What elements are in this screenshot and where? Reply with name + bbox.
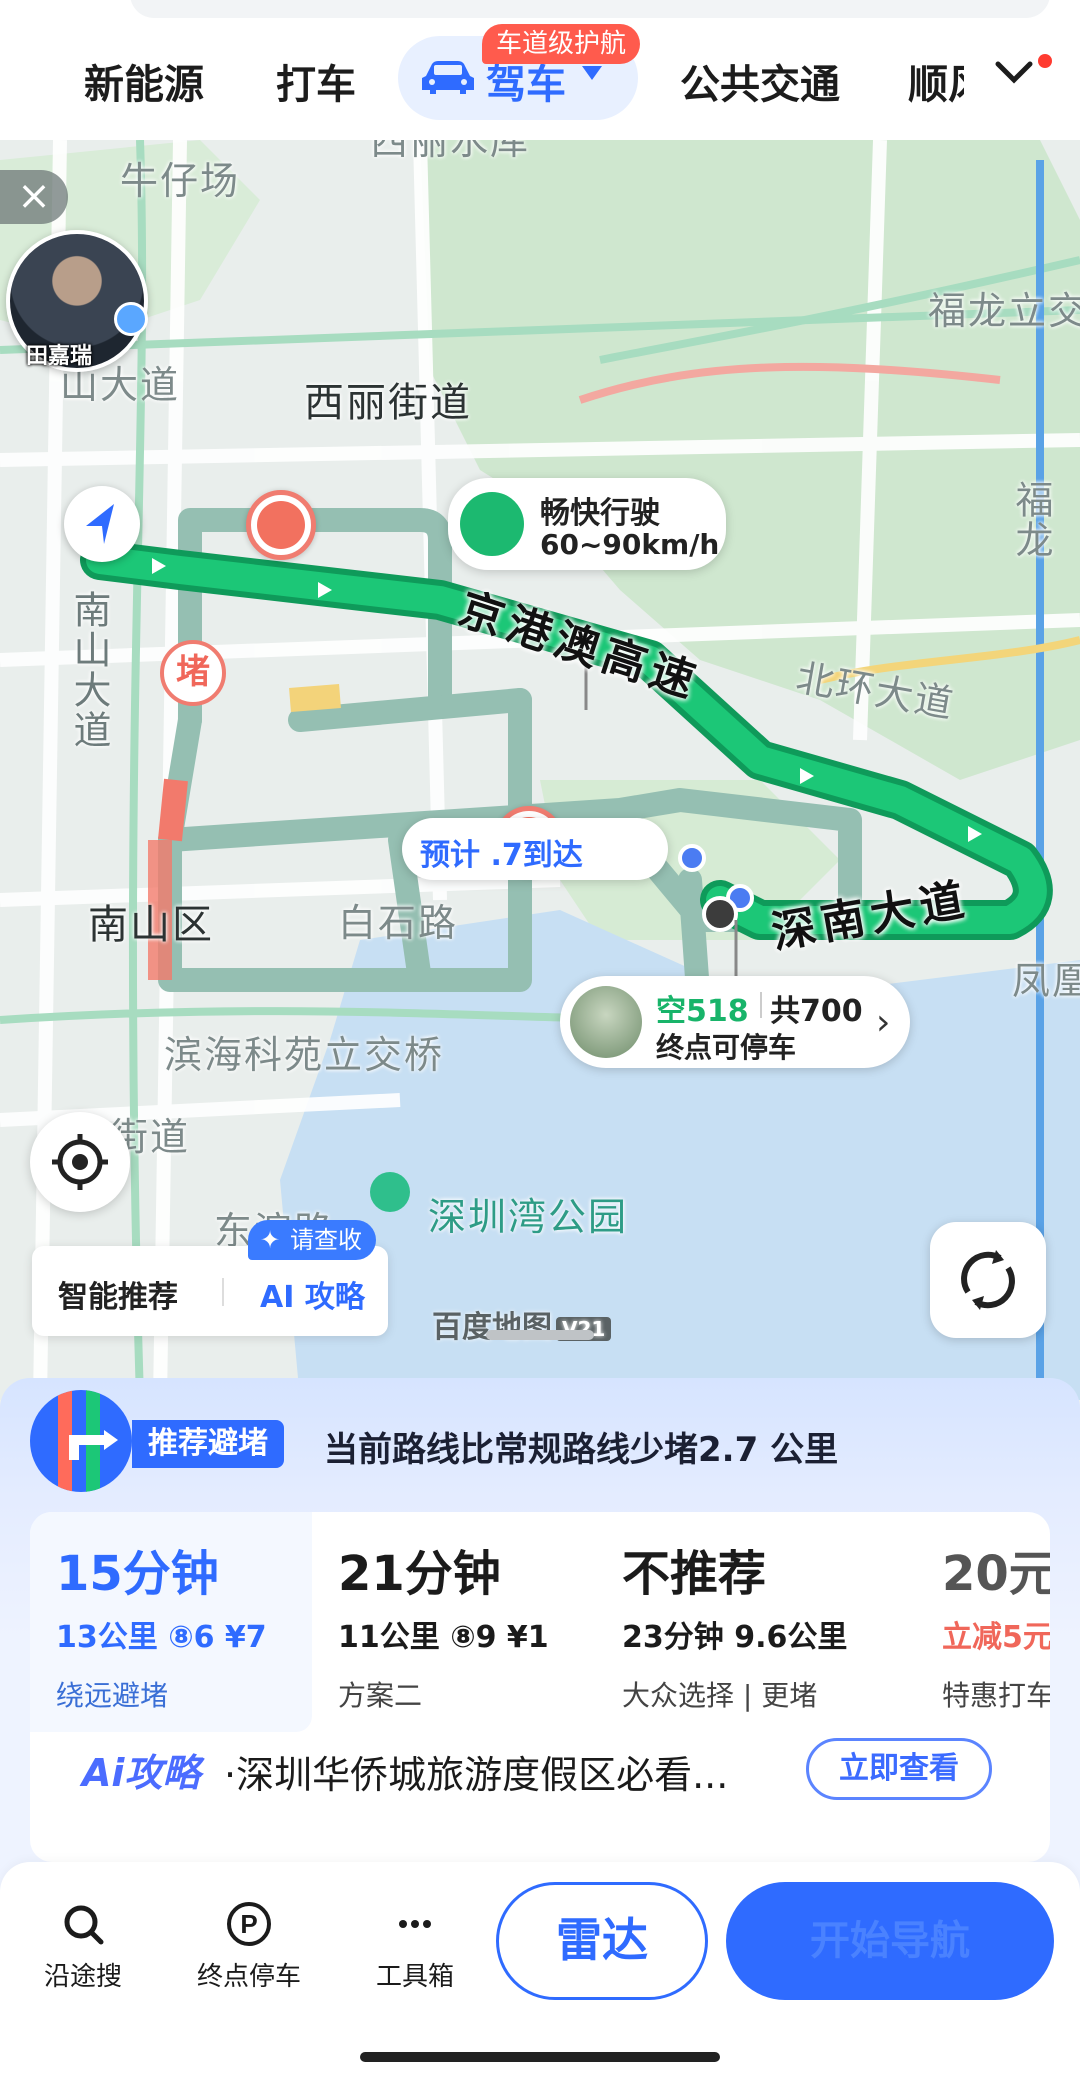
chevron-down-icon[interactable] <box>994 58 1034 88</box>
rocket-icon <box>460 492 524 556</box>
map-view[interactable]: 牛仔场 西丽水库 福龙立交 西丽街道 山大道 南山大道 南山区 白石路 滨海科苑… <box>0 140 1080 1400</box>
route-tag: 大众选择 | 更堵 <box>622 1679 818 1712</box>
start-navigation-button[interactable]: 开始导航 <box>726 1882 1054 2000</box>
avoid-tag: 推荐避堵 <box>132 1420 284 1468</box>
construction-icon[interactable] <box>246 490 316 560</box>
ai-guide-tab[interactable]: AI 攻略 <box>260 1272 365 1316</box>
map-label: 南山大道 <box>67 590 111 750</box>
map-label: 南山区 <box>88 902 214 948</box>
ai-guide-row[interactable]: Ai攻略 ·深圳华侨城旅游度假区必看... 立即查看 <box>30 1732 1050 1812</box>
parking-free: 空518 <box>656 994 749 1029</box>
parking-icon: P <box>227 1902 271 1946</box>
check-badge: ✦ 请查收 <box>248 1220 376 1260</box>
taxi-tag: 特惠打车 <box>942 1679 1050 1712</box>
parking-note: 终点可停车 <box>656 1031 797 1064</box>
current-location-arrow-icon <box>64 486 140 562</box>
tab-carpool[interactable]: 顺风 <box>908 52 964 110</box>
map-label: 牛仔场 <box>120 159 241 203</box>
map-label: 福龙 <box>1009 480 1053 560</box>
speed-callout[interactable]: 畅快行驶 60~90km/h <box>448 478 726 570</box>
route-time: 不推荐 <box>622 1546 767 1602</box>
refresh-icon <box>961 1250 1015 1310</box>
voice-icon <box>114 302 148 336</box>
taxi-price: 20元 <box>942 1546 1050 1602</box>
map-label: 滨海科苑立交桥 <box>164 1033 445 1077</box>
avoid-jam-icon <box>30 1390 132 1492</box>
jam-marker[interactable]: 堵 <box>160 640 226 706</box>
lane-guard-badge: 车道级护航 <box>482 24 641 64</box>
radar-button[interactable]: 雷达 <box>496 1882 708 2000</box>
map-label: 深圳湾公园 <box>428 1195 629 1239</box>
eta-callout[interactable]: 预计 .7到达 <box>402 818 668 880</box>
taxi-option[interactable]: 20元 立减5元 特惠打车 <box>916 1512 1050 1732</box>
tool-label: 沿途搜 <box>43 1962 122 1992</box>
taxi-discount: 立减5元 <box>942 1620 1050 1655</box>
route-meta: 13公里 ⑧6 ¥7 <box>56 1620 267 1655</box>
destination-parking-button[interactable]: P 终点停车 <box>174 1900 324 1993</box>
sparkle-icon: ✦ <box>260 1226 281 1254</box>
svg-text:P: P <box>240 1909 257 1939</box>
speed-title: 畅快行驶 <box>540 496 660 531</box>
eta-text: 预计 .7到达 <box>420 838 583 873</box>
check-badge-text: 请查收 <box>290 1226 362 1254</box>
app-root: 牛仔场 西丽水库 福龙立交 西丽街道 山大道 南山大道 南山区 白石路 滨海科苑… <box>0 0 1080 2090</box>
parking-total: 共700 <box>770 994 863 1029</box>
caret-down-icon <box>582 66 602 80</box>
parking-callout[interactable]: 空518 共700 终点可停车 › <box>560 976 910 1068</box>
locate-button[interactable] <box>30 1112 130 1212</box>
route-time: 15分钟 <box>56 1546 219 1602</box>
divider <box>222 1278 224 1306</box>
refresh-button[interactable] <box>930 1222 1046 1338</box>
view-now-button[interactable]: 立即查看 <box>806 1738 992 1800</box>
route-time: 21分钟 <box>338 1546 501 1602</box>
car-icon <box>422 61 474 94</box>
tab-public-transit[interactable]: 公共交通 <box>680 52 840 110</box>
home-indicator <box>360 2052 720 2062</box>
route-meta: 23分钟 9.6公里 <box>622 1620 848 1655</box>
route-option[interactable]: 不推荐 23分钟 9.6公里 大众选择 | 更堵 <box>596 1512 916 1732</box>
map-label: 西丽水库 <box>370 140 531 163</box>
avatar-name: 田嘉瑞 <box>26 344 93 369</box>
route-option[interactable]: 21分钟 11公里 ⑧9 ¥1 方案二 <box>312 1512 596 1732</box>
map-label: 白石路 <box>338 901 459 945</box>
map-label: 福龙立交 <box>928 289 1080 333</box>
close-icon[interactable]: × <box>0 170 68 224</box>
route-option[interactable]: 15分钟 13公里 ⑧6 ¥7 绕远避堵 <box>30 1512 312 1732</box>
chevron-right-icon: › <box>876 1002 891 1043</box>
search-bar[interactable] <box>130 0 1050 18</box>
toolbox-button[interactable]: 工具箱 <box>340 1900 490 1993</box>
tool-label: 终点停车 <box>196 1962 301 1992</box>
route-tag: 绕远避堵 <box>56 1679 169 1712</box>
ai-guide-text: ·深圳华侨城旅游度假区必看... <box>224 1753 729 1797</box>
avoid-description: 当前路线比常规路线少堵2.7 公里 <box>324 1430 839 1470</box>
sheet-grabber[interactable] <box>486 1330 594 1340</box>
tab-taxi[interactable]: 打车 <box>276 52 356 110</box>
route-meta: 11公里 ⑧9 ¥1 <box>338 1620 549 1655</box>
route-tag: 方案二 <box>338 1679 423 1712</box>
search-icon <box>64 1905 104 1945</box>
map-label: 凤凰 <box>1012 959 1080 1003</box>
tab-new-energy[interactable]: 新能源 <box>84 52 204 110</box>
speed-range: 60~90km/h <box>540 528 720 561</box>
notification-dot <box>1038 54 1052 68</box>
more-dots-icon <box>399 1920 431 1928</box>
ai-guide-logo: Ai攻略 <box>82 1751 201 1795</box>
search-along-route-button[interactable]: 沿途搜 <box>8 1900 158 1993</box>
tool-label: 工具箱 <box>375 1962 454 1992</box>
parking-thumbnail <box>570 986 642 1058</box>
map-label: 西丽街道 <box>304 380 472 426</box>
crosshair-icon <box>52 1134 108 1190</box>
smart-recommend-tab[interactable]: 智能推荐 <box>58 1272 178 1316</box>
divider <box>760 992 762 1018</box>
